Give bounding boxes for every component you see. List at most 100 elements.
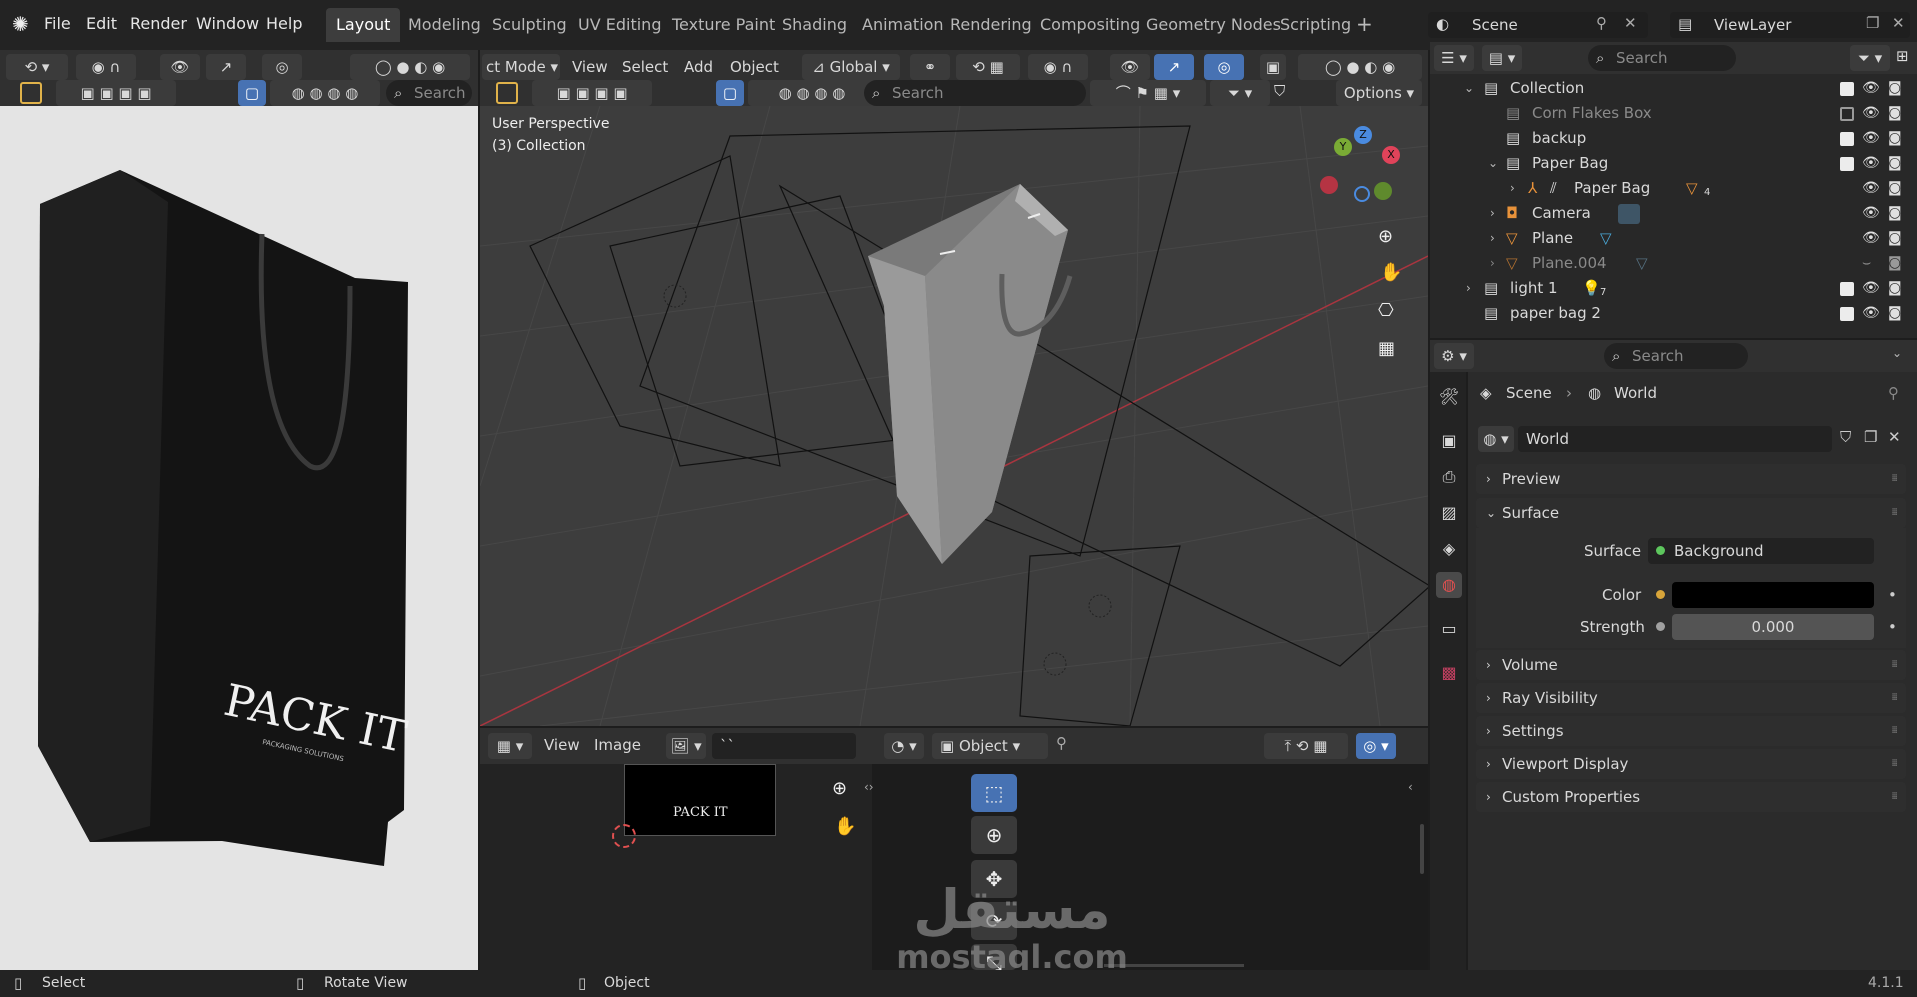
tab-shading[interactable]: Shading: [772, 8, 857, 42]
left-search-input[interactable]: ⌕ Search: [386, 80, 472, 106]
mode-selector[interactable]: ct Mode ▾: [482, 54, 560, 80]
outliner-row-paper-bag-2[interactable]: ▤ paper bag 2 👁 ◙: [1432, 301, 1917, 326]
eye-icon[interactable]: 👁: [1862, 276, 1880, 301]
eye-closed-icon[interactable]: ⌣: [1862, 251, 1871, 276]
strength-slider[interactable]: 0.000: [1672, 614, 1874, 640]
camera-icon[interactable]: ◙: [1888, 251, 1902, 276]
drag-handle-icon[interactable]: ⁞⁞⁞⁞: [1891, 749, 1898, 779]
outliner-row-paper-bag-collection[interactable]: ⌄ ▤ Paper Bag 👁 ◙: [1432, 151, 1917, 176]
eye-icon[interactable]: 👁: [1862, 301, 1880, 326]
shield-icon[interactable]: ⛉: [1274, 82, 1285, 100]
object-mode-dropdown[interactable]: ▣ Object ▾: [932, 733, 1048, 759]
outliner-row-camera[interactable]: › ◘ Camera 👁 ◙: [1432, 201, 1917, 226]
cursor-tool-button[interactable]: ⊕: [971, 816, 1017, 854]
new-collection-icon[interactable]: ⊞: [1896, 47, 1909, 65]
pin-icon[interactable]: ⚲: [1888, 384, 1899, 402]
viewport-shading-modes[interactable]: ◯ ● ◐ ◉: [1298, 54, 1422, 80]
outliner-row-collection[interactable]: ⌄ ▤ Collection 👁 ◙: [1432, 76, 1917, 101]
pan-hand-icon[interactable]: ✋: [834, 816, 856, 837]
output-tab-icon[interactable]: ⎙: [1436, 464, 1462, 490]
expand-icon[interactable]: ›: [1490, 226, 1495, 251]
image-name-field[interactable]: ``: [712, 733, 856, 759]
outliner-row-backup[interactable]: ▤ backup 👁 ◙: [1432, 126, 1917, 151]
keyframe-dot-icon[interactable]: •: [1888, 618, 1897, 636]
tab-animation[interactable]: Animation: [852, 8, 954, 42]
camera-view-icon[interactable]: ⎔: [1378, 300, 1394, 321]
select-box-icon[interactable]: [496, 82, 518, 104]
eye-icon[interactable]: 👁: [1862, 101, 1880, 126]
eye-icon[interactable]: 👁: [1862, 126, 1880, 151]
active-mode-button[interactable]: ▢: [716, 80, 744, 106]
texture-tab-icon[interactable]: ▩: [1436, 660, 1462, 686]
camera-icon[interactable]: ◙: [1888, 301, 1902, 326]
drag-handle-icon[interactable]: ⁞⁞⁞⁞: [1891, 650, 1898, 680]
camera-icon[interactable]: ◙: [1888, 276, 1902, 301]
expand-icon[interactable]: ›: [1466, 276, 1471, 301]
scene-tab-icon[interactable]: ◈: [1436, 536, 1462, 562]
strength-socket-icon[interactable]: [1656, 622, 1665, 631]
tab-scripting[interactable]: Scripting: [1270, 8, 1361, 42]
expand-icon[interactable]: ›: [1510, 176, 1515, 201]
image-browse-dropdown[interactable]: 🖼 ▾: [666, 733, 706, 759]
viewlayer-selector[interactable]: ▤ ViewLayer ❐ ✕: [1670, 12, 1910, 38]
chevron-down-icon[interactable]: ⌄: [1892, 346, 1902, 360]
proportional-editing[interactable]: ◉ ∩: [1028, 54, 1088, 80]
gizmo-neg-z[interactable]: [1354, 186, 1370, 202]
view-layer-tab-icon[interactable]: ▨: [1436, 500, 1462, 526]
tab-layout[interactable]: Layout: [326, 8, 401, 42]
close-icon[interactable]: ✕: [1892, 14, 1905, 32]
panel-viewport-display[interactable]: › Viewport Display ⁞⁞⁞⁞: [1476, 749, 1906, 779]
collapse-icon[interactable]: ⌄: [1488, 151, 1498, 176]
eye-icon[interactable]: 👁: [1862, 201, 1880, 226]
object-mode-icons[interactable]: ◍ ◍ ◍ ◍: [270, 80, 380, 106]
camera-icon[interactable]: ◙: [1888, 226, 1902, 251]
gizmo-y[interactable]: Y: [1334, 138, 1352, 156]
menu-render[interactable]: Render: [130, 14, 187, 33]
3d-viewport[interactable]: User Perspective (3) Collection Y Z X ⊕ …: [480, 106, 1428, 726]
snapping-dropdown[interactable]: ⟲ ▦: [956, 54, 1020, 80]
transform-orientation-dropdown[interactable]: ⊿ Global ▾: [802, 54, 900, 80]
exclude-checkbox[interactable]: [1840, 82, 1854, 96]
image-snap-options[interactable]: ⤒ ⟲ ▦: [1264, 733, 1348, 759]
drag-handle-icon[interactable]: ⁞⁞⁞⁞: [1891, 683, 1898, 713]
world-browse-dropdown[interactable]: ◍ ▾: [1478, 426, 1514, 452]
viewport-menu-view[interactable]: View: [572, 58, 608, 76]
fake-user-icon[interactable]: ⛉: [1840, 428, 1851, 446]
mode-dropdown[interactable]: ◔ ▾: [884, 733, 924, 759]
close-icon[interactable]: ✕: [1624, 14, 1637, 32]
add-workspace-icon[interactable]: +: [1356, 12, 1373, 36]
eye-icon[interactable]: 👁: [1862, 226, 1880, 251]
duplicate-icon[interactable]: ❐: [1864, 428, 1877, 446]
exclude-checkbox[interactable]: [1840, 282, 1854, 296]
viewport-visibility-dropdown[interactable]: 👁: [1110, 54, 1150, 80]
gizmo-neg-y[interactable]: [1374, 182, 1392, 200]
image-menu-view[interactable]: View: [544, 736, 580, 754]
viewport-search-input[interactable]: ⌕ Search: [864, 80, 1086, 106]
outliner-row-plane[interactable]: › ▽ Plane ▽ 👁 ◙: [1432, 226, 1917, 251]
viewport-menu-select[interactable]: Select: [622, 58, 668, 76]
menu-file[interactable]: File: [44, 14, 71, 33]
gizmo-z[interactable]: Z: [1354, 126, 1372, 144]
tab-geometry-nodes[interactable]: Geometry Nodes: [1136, 8, 1291, 42]
world-tab-icon[interactable]: ◍: [1436, 572, 1462, 598]
pin-icon[interactable]: ⚲: [1596, 14, 1607, 32]
pivot-dropdown[interactable]: ⚭: [910, 54, 950, 80]
menu-edit[interactable]: Edit: [86, 14, 117, 33]
2d-cursor-icon[interactable]: [612, 824, 636, 848]
drag-handle-icon[interactable]: ⁞⁞⁞⁞: [1891, 464, 1898, 494]
eye-icon[interactable]: 👁: [1862, 76, 1880, 101]
select-tool-button[interactable]: ⬚: [971, 774, 1017, 812]
surface-shader-field[interactable]: Background: [1648, 538, 1874, 564]
menu-window[interactable]: Window: [196, 14, 259, 33]
color-swatch[interactable]: [1672, 582, 1874, 608]
overlay-toggle[interactable]: ◎: [262, 54, 302, 80]
outliner-row-corn-flakes[interactable]: ▤ Corn Flakes Box 👁 ◙: [1432, 101, 1917, 126]
expand-icon[interactable]: ›: [1490, 251, 1495, 276]
color-socket-icon[interactable]: [1656, 590, 1665, 599]
drag-handle-icon[interactable]: ⁞⁞⁞⁞: [1891, 782, 1898, 812]
camera-icon[interactable]: ◙: [1888, 101, 1902, 126]
image-menu-image[interactable]: Image: [594, 736, 641, 754]
camera-icon[interactable]: ◙: [1888, 76, 1902, 101]
panel-custom-properties[interactable]: › Custom Properties ⁞⁞⁞⁞: [1476, 782, 1906, 812]
panel-surface[interactable]: ⌄ Surface ⁞⁞⁞⁞: [1476, 498, 1906, 528]
